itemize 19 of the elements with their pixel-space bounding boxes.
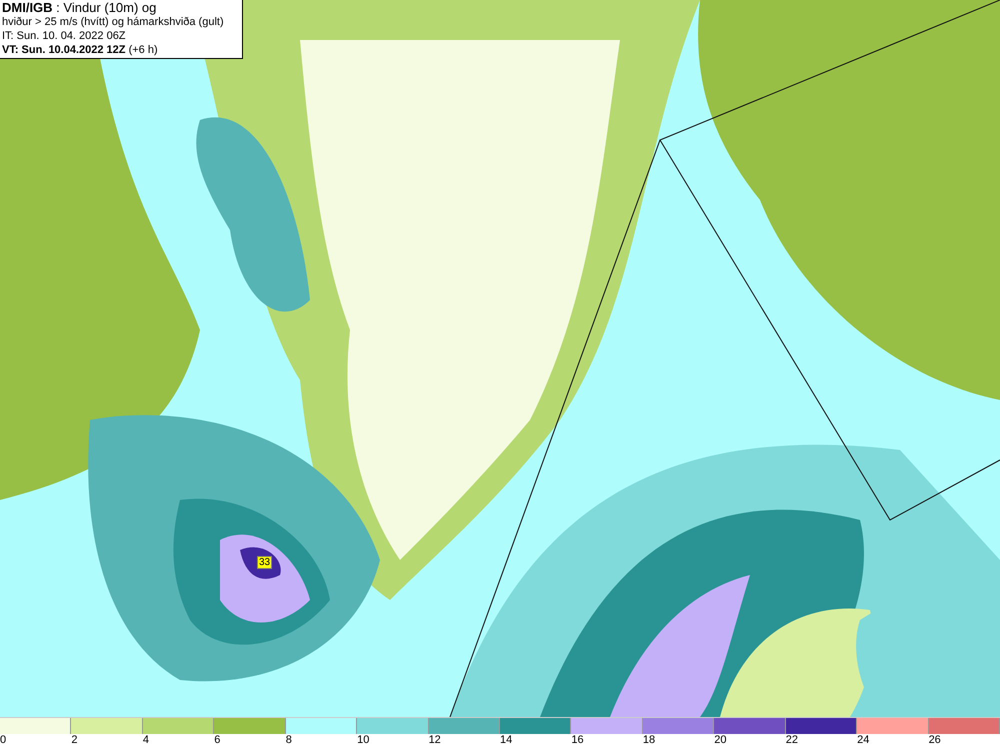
subtitle-line: hviður > 25 m/s (hvítt) og hámarkshviða (gult) bbox=[2, 15, 225, 29]
legend-label: 0 bbox=[0, 734, 6, 747]
legend-label: 4 bbox=[142, 734, 149, 747]
title-line: DMI/IGB : Vindur (10m) og bbox=[2, 1, 158, 15]
issue-time: IT: Sun. 10. 04. 2022 06Z bbox=[2, 29, 127, 43]
valid-time: VT: Sun. 10.04.2022 12Z (+6 h) bbox=[2, 43, 159, 57]
legend-label: 26 bbox=[928, 734, 941, 747]
legend-label: 18 bbox=[642, 734, 656, 747]
legend-label: 10 bbox=[357, 734, 370, 747]
legend-label: 16 bbox=[571, 734, 584, 747]
legend-label: 20 bbox=[714, 734, 727, 747]
legend-label: 12 bbox=[428, 734, 441, 747]
legend-label: 14 bbox=[500, 734, 512, 747]
legend-label: 22 bbox=[786, 734, 798, 747]
legend-label: 6 bbox=[214, 734, 220, 747]
legend-label: 8 bbox=[286, 734, 292, 747]
legend-label: 24 bbox=[857, 734, 870, 747]
max-gust-label: 33 bbox=[257, 556, 272, 569]
legend-label: 2 bbox=[71, 734, 78, 747]
